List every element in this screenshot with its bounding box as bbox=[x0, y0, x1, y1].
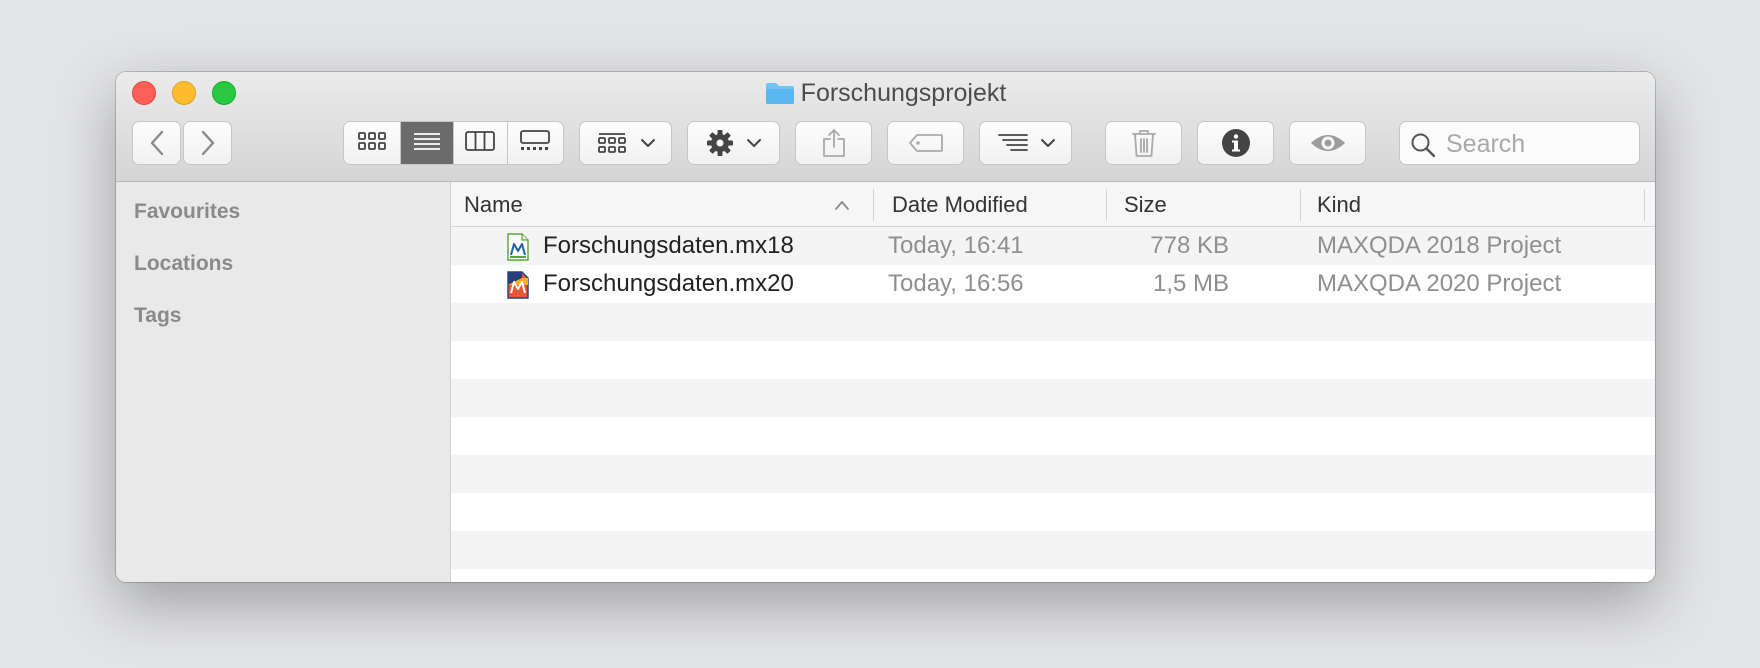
share-icon bbox=[822, 128, 846, 158]
file-date-modified: Today, 16:41 bbox=[888, 232, 1024, 259]
folder-icon bbox=[765, 81, 795, 112]
quick-look-button[interactable] bbox=[1289, 121, 1366, 165]
column-divider[interactable] bbox=[873, 189, 874, 221]
column-header-name[interactable]: Name bbox=[464, 182, 523, 227]
move-to-trash-button[interactable] bbox=[1105, 121, 1182, 165]
get-info-button[interactable] bbox=[1197, 121, 1274, 165]
group-grid-icon bbox=[598, 132, 626, 154]
chevron-down-icon bbox=[640, 138, 656, 148]
window-title: Forschungsprojekt bbox=[800, 79, 1007, 107]
arrange-lines-icon bbox=[998, 132, 1028, 154]
file-row[interactable]: Forschungsdaten.mx20 Today, 16:56 1,5 MB… bbox=[451, 265, 1655, 303]
columns-icon bbox=[465, 130, 496, 156]
icon-grid-icon bbox=[358, 131, 387, 156]
maxqda-2020-file-icon bbox=[507, 271, 529, 304]
icon-view-button[interactable] bbox=[344, 122, 402, 164]
arrange-button[interactable] bbox=[979, 121, 1072, 165]
search-field[interactable] bbox=[1399, 121, 1640, 165]
empty-row bbox=[451, 379, 1655, 417]
gallery-view-button[interactable] bbox=[508, 122, 563, 164]
empty-row bbox=[451, 493, 1655, 531]
file-name: Forschungsdaten.mx20 bbox=[543, 270, 794, 297]
finder-window: Forschungsprojekt Search Favourites Loca… bbox=[116, 72, 1655, 582]
column-divider[interactable] bbox=[1644, 189, 1645, 221]
trash-icon bbox=[1131, 128, 1157, 158]
list-lines-icon bbox=[413, 131, 441, 156]
empty-row bbox=[451, 455, 1655, 493]
chevron-down-icon bbox=[746, 138, 762, 148]
eye-icon bbox=[1309, 131, 1347, 155]
chevron-left-icon bbox=[149, 130, 165, 156]
file-kind: MAXQDA 2020 Project bbox=[1317, 270, 1562, 297]
column-divider[interactable] bbox=[1300, 189, 1301, 221]
chevron-right-icon bbox=[200, 130, 216, 156]
column-view-button[interactable] bbox=[454, 122, 508, 164]
search-input[interactable] bbox=[1444, 126, 1633, 162]
file-row[interactable]: Forschungsdaten.mx18 Today, 16:41 778 KB… bbox=[451, 227, 1655, 265]
file-kind: MAXQDA 2018 Project bbox=[1317, 232, 1562, 259]
gallery-icon bbox=[520, 129, 551, 157]
maxqda-2018-file-icon bbox=[507, 233, 529, 266]
column-header-bar: Name Date Modified Size Kind bbox=[451, 182, 1655, 227]
empty-row bbox=[451, 341, 1655, 379]
info-icon bbox=[1221, 128, 1251, 158]
sort-ascending-icon bbox=[834, 198, 850, 216]
list-view-button[interactable] bbox=[401, 122, 454, 164]
chevron-down-icon bbox=[1040, 138, 1056, 148]
share-button[interactable] bbox=[795, 121, 872, 165]
tag-icon bbox=[908, 133, 944, 153]
gear-icon bbox=[706, 129, 734, 157]
empty-row bbox=[451, 531, 1655, 569]
view-mode-control bbox=[343, 121, 564, 165]
file-list: Name Date Modified Size Kind Forschungsd… bbox=[451, 182, 1655, 582]
file-size: 778 KB bbox=[1150, 232, 1229, 259]
tags-button[interactable] bbox=[887, 121, 964, 165]
file-name: Forschungsdaten.mx18 bbox=[543, 232, 794, 259]
empty-row bbox=[451, 303, 1655, 341]
sidebar-section-favourites[interactable]: Favourites bbox=[134, 200, 240, 224]
column-header-date-modified[interactable]: Date Modified bbox=[892, 182, 1028, 227]
column-header-kind[interactable]: Kind bbox=[1317, 182, 1361, 227]
sidebar-section-locations[interactable]: Locations bbox=[134, 252, 233, 276]
group-by-button[interactable] bbox=[579, 121, 672, 165]
window-title-bar: Forschungsprojekt bbox=[116, 78, 1655, 112]
sidebar-section-tags[interactable]: Tags bbox=[134, 304, 181, 328]
action-button[interactable] bbox=[687, 121, 780, 165]
sidebar: Favourites Locations Tags bbox=[116, 182, 451, 582]
search-icon bbox=[1410, 132, 1436, 163]
file-size: 1,5 MB bbox=[1152, 270, 1229, 297]
empty-row bbox=[451, 417, 1655, 455]
toolbar: Forschungsprojekt bbox=[116, 72, 1655, 182]
forward-button[interactable] bbox=[183, 121, 232, 165]
file-rows: Forschungsdaten.mx18 Today, 16:41 778 KB… bbox=[451, 227, 1655, 569]
column-divider[interactable] bbox=[1106, 189, 1107, 221]
column-header-size[interactable]: Size bbox=[1124, 182, 1167, 227]
back-button[interactable] bbox=[132, 121, 181, 165]
file-date-modified: Today, 16:56 bbox=[888, 270, 1024, 297]
